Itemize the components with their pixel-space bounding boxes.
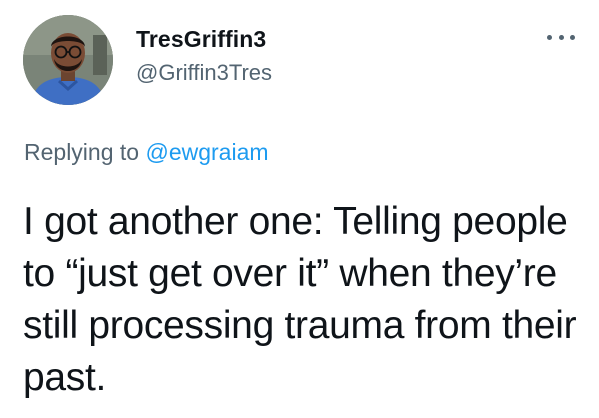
more-dot (570, 34, 575, 40)
tweet-card: TresGriffin3 @Griffin3Tres Replying to @… (0, 0, 599, 418)
tweet-text: I got another one: Telling people to “ju… (23, 200, 577, 399)
more-options-icon[interactable] (547, 30, 575, 44)
more-dot (547, 34, 552, 40)
replying-to-label: Replying to (24, 139, 140, 165)
author-handle[interactable]: @Griffin3Tres (136, 60, 272, 86)
author-avatar[interactable] (23, 15, 113, 105)
author-display-name[interactable]: TresGriffin3 (136, 25, 272, 53)
replying-to-line: Replying to @ewgraiam (24, 138, 269, 166)
more-dot (558, 34, 564, 40)
profile-photo-icon (23, 15, 113, 105)
reply-mention-link[interactable]: @ewgraiam (145, 139, 268, 165)
author-names: TresGriffin3 @Griffin3Tres (136, 25, 272, 86)
